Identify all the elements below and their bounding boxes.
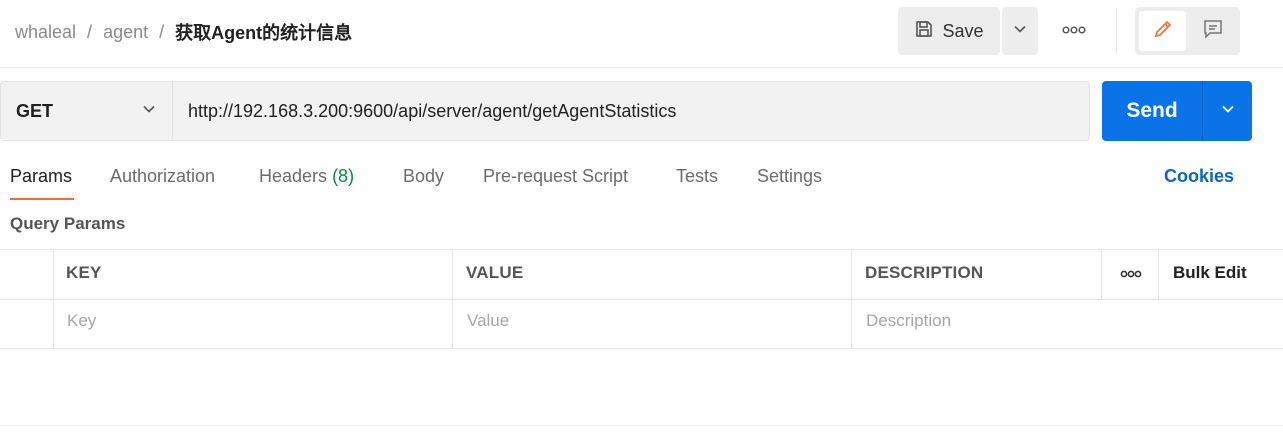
- save-label: Save: [942, 20, 984, 41]
- column-options-button[interactable]: [1103, 250, 1158, 299]
- pencil-icon: [1152, 18, 1174, 45]
- send-button-group: Send: [1102, 81, 1252, 141]
- comments-mode-button[interactable]: [1190, 11, 1236, 51]
- breadcrumb-collection[interactable]: agent: [103, 22, 148, 43]
- table-divider: [1158, 249, 1159, 299]
- save-icon: [914, 19, 934, 44]
- breadcrumb: whaleal / agent / 获取Agent的统计信息: [15, 19, 352, 45]
- request-name[interactable]: 获取Agent的统计信息: [175, 19, 352, 45]
- table-divider: [851, 249, 852, 348]
- chevron-down-icon: [142, 102, 156, 121]
- table-border: [0, 299, 1283, 300]
- tab-headers-label: Headers: [259, 166, 328, 186]
- table-divider: [452, 249, 453, 348]
- comment-icon: [1202, 18, 1224, 45]
- tab-authorization[interactable]: Authorization: [110, 166, 215, 187]
- url-input[interactable]: http://192.168.3.200:9600/api/server/age…: [172, 81, 1090, 141]
- breadcrumb-separator: /: [87, 21, 93, 42]
- request-header: whaleal / agent / 获取Agent的统计信息 Save: [0, 0, 1283, 68]
- query-params-title: Query Params: [10, 214, 126, 233]
- panel-divider: [0, 425, 1283, 426]
- key-input[interactable]: Key: [67, 311, 96, 331]
- query-params-table: [0, 249, 1283, 349]
- tab-pre-request-script[interactable]: Pre-request Script: [483, 166, 628, 187]
- table-divider: [1101, 249, 1102, 299]
- more-horizontal-icon: [1062, 22, 1086, 40]
- method-select[interactable]: GET: [0, 81, 172, 141]
- more-actions-button[interactable]: [1052, 7, 1096, 55]
- send-options-button[interactable]: [1203, 81, 1252, 141]
- method-label: GET: [16, 100, 54, 121]
- column-header-value: VALUE: [466, 263, 524, 282]
- tab-headers[interactable]: Headers (8): [259, 166, 354, 187]
- chevron-down-icon: [1013, 22, 1027, 41]
- breadcrumb-separator: /: [159, 21, 165, 42]
- cookies-link[interactable]: Cookies: [1164, 166, 1234, 187]
- active-tab-indicator: [10, 198, 74, 200]
- column-header-description: DESCRIPTION: [865, 263, 984, 282]
- tab-params[interactable]: Params: [10, 166, 72, 187]
- tab-body[interactable]: Body: [403, 166, 444, 187]
- headers-count-badge: (8): [332, 166, 355, 186]
- table-border: [0, 348, 1283, 349]
- breadcrumb-workspace[interactable]: whaleal: [15, 22, 76, 43]
- table-border: [0, 249, 1283, 250]
- more-horizontal-icon: [1120, 266, 1142, 284]
- send-button[interactable]: Send: [1102, 81, 1202, 141]
- column-header-key: KEY: [66, 263, 102, 282]
- save-button[interactable]: Save: [898, 7, 1000, 55]
- toolbar-divider: [1116, 8, 1117, 54]
- chevron-down-icon: [1221, 102, 1235, 121]
- bulk-edit-button[interactable]: Bulk Edit: [1173, 263, 1247, 283]
- tab-tests[interactable]: Tests: [676, 166, 718, 187]
- edit-mode-button[interactable]: [1139, 11, 1186, 51]
- tab-settings[interactable]: Settings: [757, 166, 822, 187]
- save-options-button[interactable]: [1002, 7, 1038, 55]
- table-divider: [53, 249, 54, 348]
- description-input[interactable]: Description: [866, 311, 951, 331]
- value-input[interactable]: Value: [467, 311, 509, 331]
- view-mode-toggle: [1135, 7, 1240, 55]
